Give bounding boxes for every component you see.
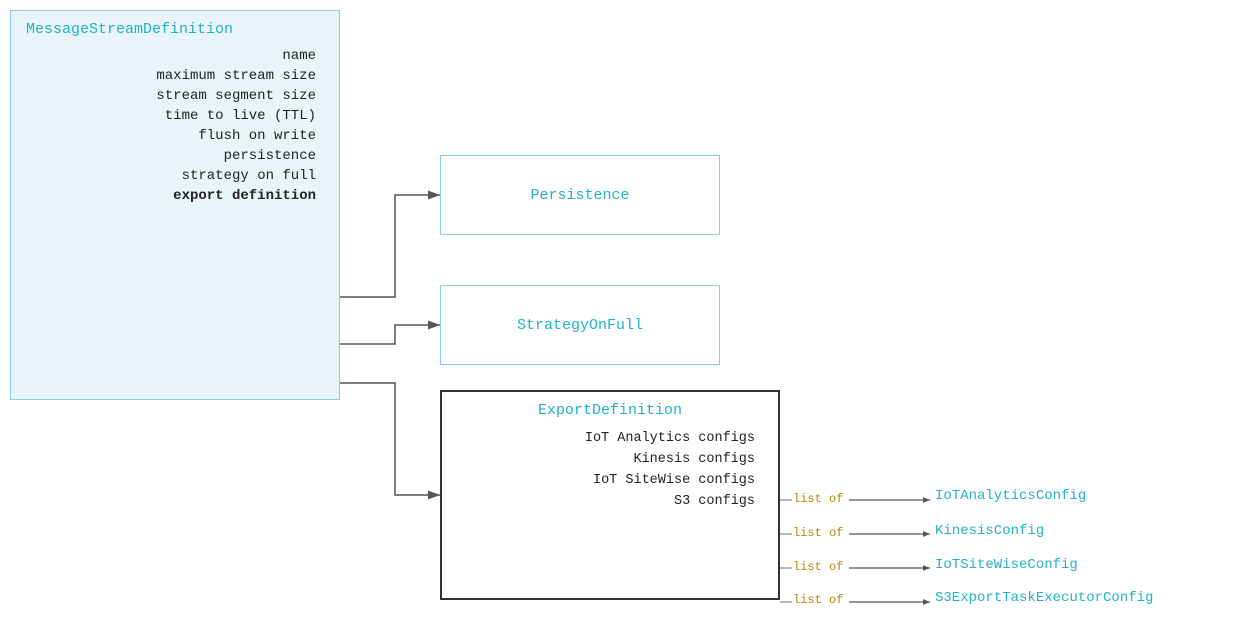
field-flush-on-write: flush on write xyxy=(198,128,316,144)
export-definition-box: ExportDefinition IoT Analytics configs K… xyxy=(440,390,780,600)
diagram-container: MessageStreamDefinition name maximum str… xyxy=(0,0,1257,622)
message-stream-definition-box: MessageStreamDefinition name maximum str… xyxy=(10,10,340,400)
export-box-fields: IoT Analytics configs Kinesis configs Io… xyxy=(457,431,763,509)
field-max-stream-size: maximum stream size xyxy=(156,68,316,84)
strategy-on-full-box: StrategyOnFull xyxy=(440,285,720,365)
field-persistence: persistence xyxy=(224,148,316,164)
field-kinesis-configs: Kinesis configs xyxy=(633,452,755,467)
linked-type-iot-sitewise: IoTSiteWiseConfig xyxy=(935,557,1078,573)
export-box-title: ExportDefinition xyxy=(457,402,763,419)
main-box-fields: name maximum stream size stream segment … xyxy=(26,48,324,204)
linked-type-s3-export: S3ExportTaskExecutorConfig xyxy=(935,590,1153,606)
field-stream-segment-size: stream segment size xyxy=(156,88,316,104)
linked-type-kinesis: KinesisConfig xyxy=(935,523,1044,539)
field-iot-sitewise-configs: IoT SiteWise configs xyxy=(593,473,755,488)
strategy-box-title: StrategyOnFull xyxy=(517,317,643,334)
field-iot-analytics-configs: IoT Analytics configs xyxy=(585,431,755,446)
list-of-kinesis: list of xyxy=(793,526,843,540)
field-export-definition: export definition xyxy=(173,188,316,204)
field-s3-configs: S3 configs xyxy=(674,494,755,509)
field-ttl: time to live (TTL) xyxy=(165,108,316,124)
persistence-box-title: Persistence xyxy=(530,187,629,204)
linked-type-iot-analytics: IoTAnalyticsConfig xyxy=(935,488,1086,504)
persistence-box: Persistence xyxy=(440,155,720,235)
list-of-iot-sitewise: list of xyxy=(793,560,843,574)
field-strategy-on-full: strategy on full xyxy=(182,168,316,184)
field-name: name xyxy=(282,48,316,64)
main-box-title: MessageStreamDefinition xyxy=(26,21,324,38)
list-of-iot-analytics: list of xyxy=(793,492,843,506)
list-of-s3: list of xyxy=(793,593,843,607)
